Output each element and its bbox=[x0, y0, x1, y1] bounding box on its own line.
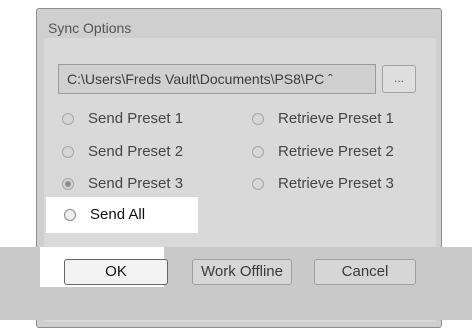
send-preset-2-option[interactable]: Send Preset 2 bbox=[62, 143, 183, 160]
dialog-title: Sync Options bbox=[48, 20, 132, 36]
radio-icon[interactable] bbox=[252, 112, 264, 125]
retrieve-preset-1-label: Retrieve Preset 1 bbox=[278, 110, 394, 127]
send-all-option[interactable]: Send All bbox=[64, 206, 145, 223]
path-field[interactable]: C:\Users\Freds Vault\Documents\PS8\PC ˆ bbox=[58, 64, 376, 94]
retrieve-preset-2-label: Retrieve Preset 2 bbox=[278, 143, 394, 160]
radio-icon[interactable] bbox=[64, 208, 76, 221]
radio-icon[interactable] bbox=[252, 177, 264, 190]
retrieve-preset-1-option[interactable]: Retrieve Preset 1 bbox=[252, 110, 394, 127]
radio-icon[interactable] bbox=[252, 145, 264, 158]
radio-checked-icon[interactable] bbox=[62, 177, 74, 190]
send-preset-2-label: Send Preset 2 bbox=[88, 143, 184, 160]
send-preset-3-label: Send Preset 3 bbox=[88, 175, 184, 192]
browse-button[interactable]: ... bbox=[382, 65, 416, 93]
ok-button[interactable]: OK bbox=[64, 259, 168, 285]
cancel-button[interactable]: Cancel bbox=[314, 259, 416, 285]
radio-icon[interactable] bbox=[62, 112, 74, 125]
retrieve-preset-3-label: Retrieve Preset 3 bbox=[278, 175, 394, 192]
retrieve-preset-2-option[interactable]: Retrieve Preset 2 bbox=[252, 143, 394, 160]
send-all-label: Send All bbox=[90, 206, 146, 223]
retrieve-preset-3-option[interactable]: Retrieve Preset 3 bbox=[252, 175, 394, 192]
send-preset-1-label: Send Preset 1 bbox=[88, 110, 184, 127]
radio-icon[interactable] bbox=[62, 145, 74, 158]
send-preset-1-option[interactable]: Send Preset 1 bbox=[62, 110, 183, 127]
work-offline-button[interactable]: Work Offline bbox=[192, 259, 292, 285]
send-preset-3-option[interactable]: Send Preset 3 bbox=[62, 175, 183, 192]
